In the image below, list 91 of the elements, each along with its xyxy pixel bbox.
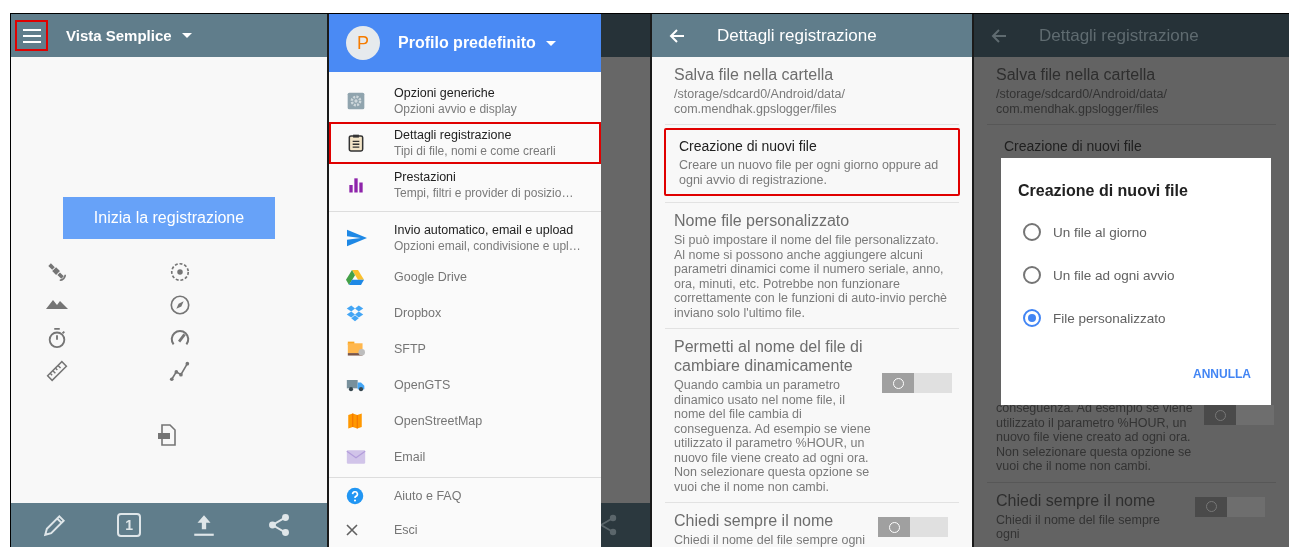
clipboard-icon [346,133,366,153]
item-subtitle: Opzioni avvio e display [394,102,517,116]
ruler-icon [46,360,68,382]
stopwatch-icon [46,327,68,349]
menu-button[interactable] [15,20,48,51]
back-arrow-icon[interactable] [669,27,685,44]
satellite-icon [46,261,68,283]
target-icon [169,261,191,283]
setting-summary: Si può impostare il nome del file personalizzato. Al nome si possono anche aggiungere alcuni parametri dinamici come il numero seriale, anno, ora, minuti, etc. Potrebbe non funzionare correttamente con le funzioni di auto-invio perchè inviano solo l'ultimo file. [674,233,949,320]
setting-title: Nome file personalizzato [674,211,851,230]
help-icon [346,487,364,505]
truck-icon [346,377,366,393]
triangle-icon [346,269,364,285]
item-title: Invio automatico, email e upload [394,223,575,237]
boxes-icon [346,304,364,322]
item-title: Email [394,450,426,464]
drawer-item[interactable]: Esci [329,513,601,547]
caret-icon[interactable] [545,40,556,46]
view-title[interactable]: Vista Semplice [66,27,172,44]
setting-title: Chiedi sempre il nome [674,511,835,530]
gear-icon [346,91,366,111]
radio-button[interactable] [1023,223,1041,241]
setting-summary: Chiedi il nome del file sempre ogni [674,533,867,547]
drawer-item[interactable]: Opzioni generiche Opzioni avvio e display [329,80,601,122]
counter-button[interactable]: 1 [117,513,142,537]
drawer-item[interactable]: Invio automatico, email e upload Opzioni email, condivisione e upl… [329,217,601,259]
folder-path: /storage/sdcard0/Android/data/ [674,87,846,102]
dialog-title: Creazione di nuovi file [1018,182,1189,200]
item-subtitle: Tipi di file, nomi e come crearli [394,144,556,158]
drawer-item[interactable]: OpenGTS [329,367,601,403]
drawer-item[interactable]: Prestazioni Tempi, filtri e provider di posizio… [329,164,601,206]
setting-title: Permetti al nome del file di cambiare dinamicamente [674,337,864,375]
drawer-item[interactable]: OpenStreetMap [329,403,601,439]
bar-chart-icon [346,175,366,195]
setting-title: Creazione di nuovi file [1004,138,1142,154]
drawer-item[interactable]: Aiuto e FAQ [329,479,601,513]
radio-option[interactable]: Un file ad ogni avvio [1018,265,1251,285]
close-icon [346,524,358,536]
radio-option[interactable]: File personalizzato [1018,308,1251,328]
item-title: Opzioni generiche [394,86,496,100]
item-title: Prestazioni [394,170,457,184]
setting-item[interactable]: Creazione di nuovi file Creare un nuovo file per ogni giorno oppure ad ogni avvio di registrazione. [664,128,960,196]
radio-option[interactable]: Un file al giorno [1018,222,1251,242]
option-label: File personalizzato [1053,310,1166,326]
item-title: SFTP [394,342,426,356]
item-subtitle: Opzioni email, condivisione e upl… [394,239,581,253]
radio-button[interactable] [1023,309,1041,327]
option-label: Un file ad ogni avvio [1053,267,1175,283]
back-arrow-icon [991,27,1007,44]
mountains-icon [46,300,68,309]
item-title: OpenGTS [394,378,451,392]
item-subtitle: Tempi, filtri e provider di posizio… [394,186,574,200]
drawer-item[interactable]: Dropbox [329,295,601,331]
drawer-item[interactable]: Dettagli registrazione Tipi di file, nomi e come crearli [329,122,601,164]
toggle-switch[interactable] [882,373,952,393]
setting-item[interactable]: Salva file nella cartella /storage/sdcard0/Android/data/ com.mendhak.gpslogger/files [665,57,959,125]
caret-icon[interactable] [181,33,192,38]
option-label: Un file al giorno [1053,224,1147,240]
screen-title: Dettagli registrazione [1039,25,1199,46]
item-title: Dropbox [394,306,442,320]
pencil-icon[interactable] [41,512,68,538]
drawer-item[interactable]: Email [329,439,601,475]
setting-summary: Quando cambia un parametro dinamico usato nel nome file, il nome del file cambia di conseguenza. Ad esempio se viene utilizzato il parametro %HOUR, un nuovo file viene creato ad ogni ora. Non selezionare questa opzione se vuoi che il nome non cambi. [674,378,872,494]
folder-path: com.mendhak.gpslogger/files [674,101,838,116]
item-title: Esci [394,523,418,537]
folder-icon [346,340,366,358]
screen-title: Dettagli registrazione [717,25,877,46]
envelope-icon [346,449,366,465]
item-title: Aiuto e FAQ [394,489,462,503]
route-icon [169,360,191,382]
compass-icon [169,294,191,316]
start-button[interactable]: Inizia la registrazione [63,197,275,239]
setting-title: Salva file nella cartella [674,65,835,84]
profile-name[interactable]: Profilo predefinito [398,34,536,52]
drawer-item[interactable]: Google Drive [329,259,601,295]
map-icon [346,412,364,430]
send-icon [346,228,368,248]
setting-summary: Creare un nuovo file per ogni giorno oppure ad ogni avvio di registrazione. [679,158,940,187]
file-icon [157,424,177,446]
setting-item[interactable]: Chiedi sempre il nome Chiedi il nome del file sempre ogni [665,503,959,547]
app-bar [601,14,650,57]
drawer-item[interactable]: SFTP [329,331,601,367]
radio-button[interactable] [1023,266,1041,284]
toggle-switch[interactable] [878,517,948,537]
setting-title: Creazione di nuovi file [679,137,818,155]
share-icon [601,512,619,538]
item-title: OpenStreetMap [394,414,483,428]
menu-icon [22,28,41,43]
item-title: Google Drive [394,270,467,284]
item-title: Dettagli registrazione [394,128,513,142]
cancel-button[interactable]: ANNULLA [1193,363,1251,385]
